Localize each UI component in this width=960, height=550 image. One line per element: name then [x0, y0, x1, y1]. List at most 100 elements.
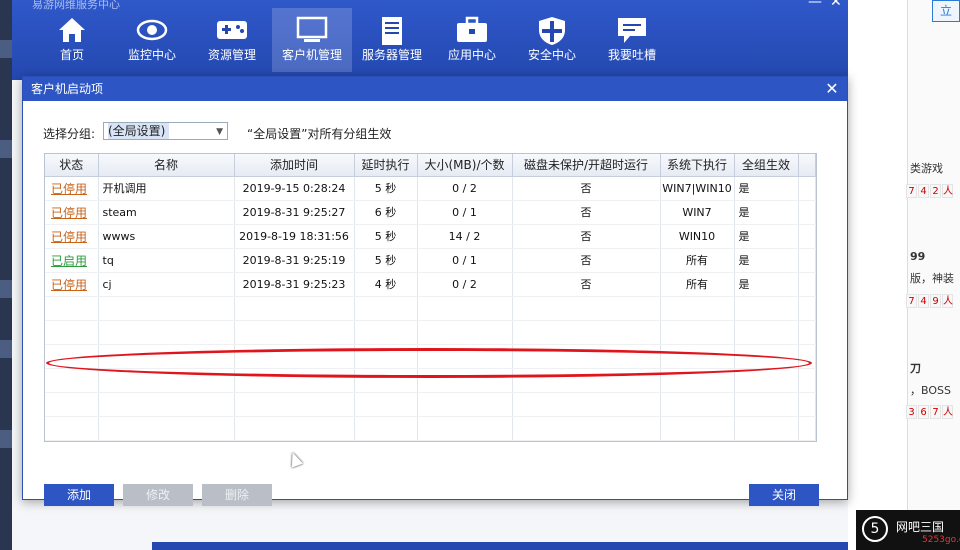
nav-resources[interactable]: 资源管理 — [192, 8, 272, 72]
delete-button[interactable]: 删除 — [202, 484, 272, 506]
column-header-filler — [798, 154, 816, 177]
group-select-value: (全局设置) — [108, 123, 170, 139]
desktop-icon[interactable] — [0, 40, 12, 58]
nav-security[interactable]: 安全中心 — [512, 8, 592, 72]
watermark-logo: 5 网吧三国 5253go.com — [856, 510, 960, 550]
item-disk: 否 — [512, 176, 661, 201]
item-time: 2019-8-31 9:25:19 — [234, 248, 355, 273]
column-header[interactable]: 磁盘未保护/开超时运行 — [512, 154, 661, 177]
item-delay: 4 秒 — [354, 272, 418, 297]
side-text: 刀 — [910, 362, 921, 375]
close-icon[interactable]: ✕ — [830, 0, 842, 10]
column-header[interactable]: 状态 — [45, 154, 99, 177]
table-row[interactable]: 已停用 cj 2019-8-31 9:25:23 4 秒 0 / 2 否 所有 … — [45, 272, 816, 297]
item-disk: 否 — [512, 272, 661, 297]
item-size: 0 / 1 — [417, 200, 513, 225]
item-global: 是 — [734, 248, 799, 273]
item-name: tq — [98, 248, 235, 273]
horizontal-scrollbar[interactable] — [152, 542, 848, 550]
side-counter: 367人 — [906, 405, 953, 419]
browser-gutter — [848, 0, 908, 550]
column-header[interactable]: 系统下执行 — [660, 154, 735, 177]
item-disk: 否 — [512, 224, 661, 249]
side-button[interactable]: 立 — [932, 0, 960, 22]
side-counter: 742人 — [906, 184, 953, 198]
dialog-close-icon[interactable]: ✕ — [823, 77, 841, 101]
empty-row — [45, 344, 816, 369]
column-header[interactable]: 全组生效 — [734, 154, 799, 177]
logo-ring: 5 — [862, 516, 888, 542]
empty-row — [45, 368, 816, 393]
empty-row — [45, 296, 816, 321]
status-link[interactable]: 已停用 — [45, 176, 99, 201]
item-os: WIN7 — [660, 200, 735, 225]
side-text: ，BOSS — [910, 384, 951, 397]
item-disk: 否 — [512, 248, 661, 273]
empty-row — [45, 320, 816, 345]
home-icon — [32, 8, 112, 46]
desktop-icon[interactable] — [0, 140, 12, 158]
item-name: wwws — [98, 224, 235, 249]
main-nav: 首页 监控中心 资源管理 客户机管理 服务器管理 应用中心 安全中心 我要吐槽 — [32, 8, 672, 72]
app-header: 易游网维服务中心 — ✕ 首页 监控中心 资源管理 客户机管理 服务器管理 应用… — [12, 0, 848, 80]
startup-items-dialog: 客户机启动项 ✕ 选择分组: (全局设置) ▼ “全局设置”对所有分组生效 状态… — [22, 76, 848, 506]
nav-monitor[interactable]: 监控中心 — [112, 8, 192, 72]
item-name: cj — [98, 272, 235, 297]
shield-icon — [512, 8, 592, 46]
desktop-icon[interactable] — [0, 430, 12, 448]
dialog-title: 客户机启动项 — [31, 82, 104, 96]
close-button[interactable]: 关闭 — [749, 484, 819, 506]
table-row[interactable]: 已停用 wwws 2019-8-19 18:31:56 5 秒 14 / 2 否… — [45, 224, 816, 249]
column-header[interactable]: 名称 — [98, 154, 235, 177]
item-size: 14 / 2 — [417, 224, 513, 249]
table-row[interactable]: 已启用 tq 2019-8-31 9:25:19 5 秒 0 / 1 否 所有 … — [45, 248, 816, 273]
group-label: 选择分组: — [43, 127, 96, 141]
item-global: 是 — [734, 200, 799, 225]
column-header[interactable]: 添加时间 — [234, 154, 355, 177]
nav-apps[interactable]: 应用中心 — [432, 8, 512, 72]
nav-clients[interactable]: 客户机管理 — [272, 8, 352, 72]
table-row[interactable]: 已停用 steam 2019-8-31 9:25:27 6 秒 0 / 1 否 … — [45, 200, 816, 225]
item-disk: 否 — [512, 200, 661, 225]
side-text: 99 — [910, 250, 926, 263]
nav-home[interactable]: 首页 — [32, 8, 112, 72]
monitor-icon — [272, 8, 352, 46]
item-time: 2019-8-31 9:25:23 — [234, 272, 355, 297]
status-link[interactable]: 已停用 — [45, 272, 99, 297]
item-global: 是 — [734, 224, 799, 249]
nav-feedback[interactable]: 我要吐槽 — [592, 8, 672, 72]
group-select[interactable]: (全局设置) ▼ — [103, 122, 228, 140]
column-header[interactable]: 延时执行 — [354, 154, 418, 177]
item-delay: 6 秒 — [354, 200, 418, 225]
gamepad-icon — [192, 8, 272, 46]
item-size: 0 / 2 — [417, 176, 513, 201]
status-link[interactable]: 已停用 — [45, 224, 99, 249]
message-icon — [592, 8, 672, 46]
nav-servers[interactable]: 服务器管理 — [352, 8, 432, 72]
status-link[interactable]: 已启用 — [45, 248, 99, 273]
item-os: 所有 — [660, 248, 735, 273]
status-link[interactable]: 已停用 — [45, 200, 99, 225]
empty-row — [45, 392, 816, 417]
toolbox-icon — [432, 8, 512, 46]
item-os: WIN7|WIN10 — [660, 176, 735, 201]
item-global: 是 — [734, 176, 799, 201]
add-button[interactable]: 添加 — [44, 484, 114, 506]
side-text: 类游戏 — [910, 162, 943, 175]
column-header[interactable]: 大小(MB)/个数 — [417, 154, 513, 177]
desktop-icon[interactable] — [0, 340, 12, 358]
chevron-down-icon: ▼ — [216, 127, 223, 137]
desktop-icon[interactable] — [0, 280, 12, 298]
desktop-edge — [0, 0, 12, 550]
minimize-icon[interactable]: — — [808, 0, 822, 10]
item-time: 2019-8-31 9:25:27 — [234, 200, 355, 225]
side-counter: 749人 — [906, 294, 953, 308]
app-window: 易游网维服务中心 — ✕ 首页 监控中心 资源管理 客户机管理 服务器管理 应用… — [12, 0, 848, 550]
item-delay: 5 秒 — [354, 248, 418, 273]
item-os: WIN10 — [660, 224, 735, 249]
edit-button[interactable]: 修改 — [123, 484, 193, 506]
item-size: 0 / 1 — [417, 248, 513, 273]
table-row[interactable]: 已停用 开机调用 2019-9-15 0:28:24 5 秒 0 / 2 否 W… — [45, 176, 816, 201]
item-delay: 5 秒 — [354, 224, 418, 249]
startup-items-table: 状态 名称 添加时间 延时执行 大小(MB)/个数 磁盘未保护/开超时运行 系统… — [44, 153, 817, 442]
